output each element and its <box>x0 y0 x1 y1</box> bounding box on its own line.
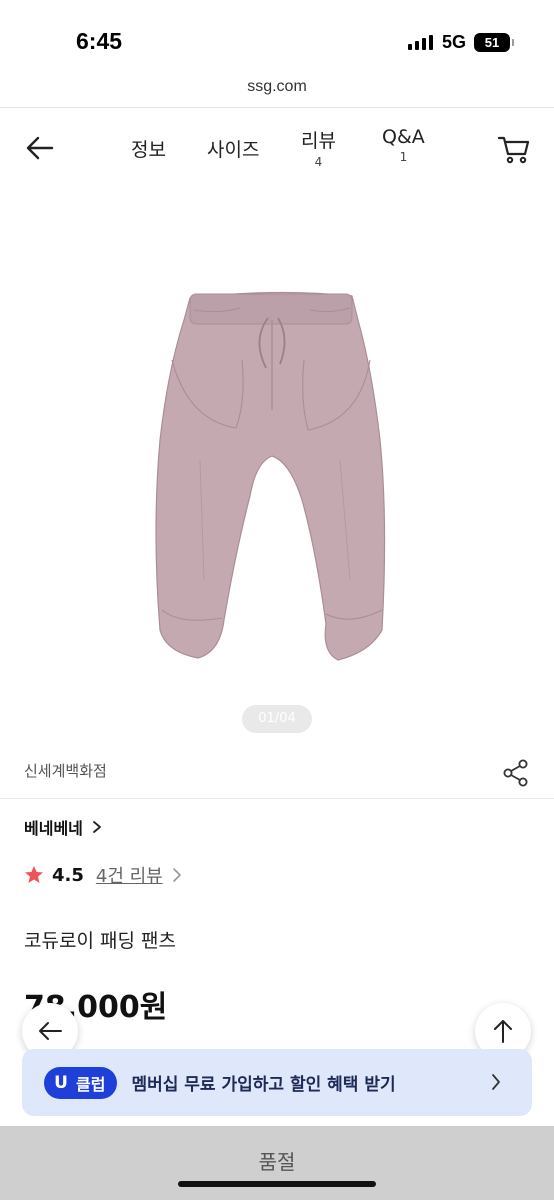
banner-text: 멤버십 무료 가입하고 할인 혜택 받기 <box>131 1075 396 1095</box>
uclub-text: 클럽 <box>76 1074 106 1094</box>
chevron-right-icon <box>492 1074 500 1090</box>
back-arrow-icon <box>39 1022 62 1040</box>
uclub-badge: U 클럽 <box>44 1066 118 1099</box>
tab-reviews[interactable]: 리뷰 4 <box>301 126 336 169</box>
product-nav: 정보 사이즈 리뷰 4 Q&A 1 <box>0 108 554 186</box>
url-bar[interactable]: ssg.com <box>0 70 554 108</box>
tab-qna-label: Q&A <box>382 126 425 148</box>
product-image[interactable] <box>140 280 410 670</box>
brand-name: 베네베네 <box>24 819 83 838</box>
image-pager: 01/04 <box>242 705 312 733</box>
star-icon <box>25 866 43 883</box>
rating-score: 4.5 <box>52 864 84 886</box>
share-icon[interactable] <box>502 758 530 788</box>
tab-info-label: 정보 <box>131 139 166 161</box>
tab-size-label: 사이즈 <box>207 139 260 161</box>
tab-qna-count: 1 <box>399 150 408 164</box>
product-title: 코듀로이 패딩 팬츠 <box>24 930 176 952</box>
battery-level: 51 <box>484 34 500 50</box>
uclub-letter: U <box>48 1069 74 1096</box>
back-arrow-icon[interactable] <box>22 130 58 166</box>
tab-reviews-count: 4 <box>314 155 323 169</box>
soldout-label: 품절 <box>258 1150 296 1174</box>
url-text: ssg.com <box>247 78 307 95</box>
soldout-button[interactable]: 품절 <box>0 1126 554 1200</box>
tab-reviews-label: 리뷰 <box>301 130 336 152</box>
network-type: 5G <box>441 31 466 52</box>
battery-icon: 51 <box>474 32 514 52</box>
chevron-right-icon <box>92 821 101 833</box>
status-time: 6:45 <box>76 28 123 54</box>
home-indicator[interactable] <box>178 1181 376 1187</box>
section-divider <box>0 798 554 799</box>
review-count-link[interactable]: 4건 리뷰 <box>96 862 163 888</box>
cart-icon[interactable] <box>496 130 532 166</box>
tab-qna[interactable]: Q&A 1 <box>382 126 425 164</box>
chevron-right-icon <box>172 868 181 882</box>
seller-name[interactable]: 신세계백화점 <box>24 760 107 781</box>
membership-banner[interactable]: U 클럽 멤버십 무료 가입하고 할인 혜택 받기 <box>22 1049 532 1116</box>
rating-row: 4.5 4건 리뷰 <box>24 862 183 888</box>
arrow-up-icon <box>494 1020 512 1043</box>
tab-info[interactable]: 정보 <box>131 135 166 162</box>
status-bar: 6:45 5G 51 <box>0 0 554 70</box>
tab-size[interactable]: 사이즈 <box>207 135 259 162</box>
brand-link[interactable]: 베네베네 <box>24 815 103 839</box>
status-indicators: 5G 51 <box>407 31 514 53</box>
signal-icon <box>407 34 433 50</box>
